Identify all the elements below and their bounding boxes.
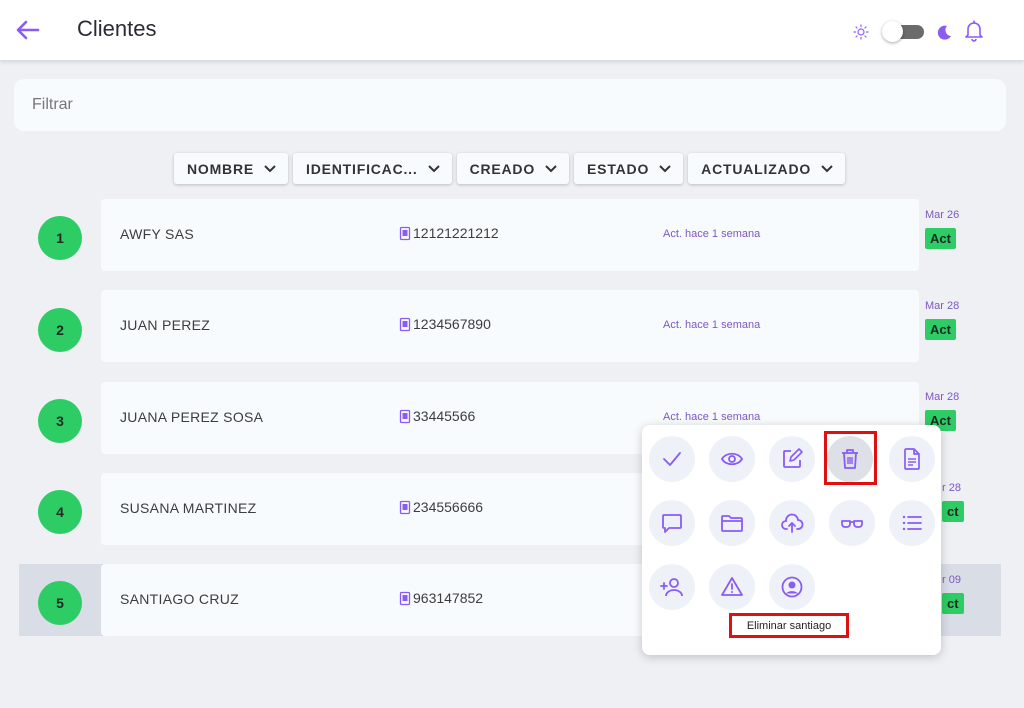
chat-icon — [662, 514, 682, 533]
comment-action[interactable] — [649, 500, 695, 546]
add-user-icon — [660, 578, 683, 597]
sort-bar: NOMBRE IDENTIFICAC... CREADO ESTADO ACTU… — [174, 153, 846, 184]
sort-creado-button[interactable]: CREADO — [456, 153, 570, 184]
created-date: r 28 — [942, 482, 961, 494]
sort-actualizado-button[interactable]: ACTUALIZADO — [688, 153, 846, 184]
sun-icon — [853, 24, 869, 40]
page-title: Clientes — [77, 16, 157, 41]
updated-text: Act. hace 1 semana — [663, 319, 761, 331]
id-card-icon — [399, 409, 411, 423]
chevron-down-icon — [427, 164, 440, 172]
client-name: SUSANA MARTINEZ — [120, 500, 257, 516]
view-action[interactable] — [709, 436, 755, 482]
delete-highlight-box — [824, 431, 877, 485]
client-id-value: 1234567890 — [413, 316, 491, 332]
created-date: Mar 28 — [925, 300, 960, 312]
profile-action[interactable] — [769, 564, 815, 610]
check-icon — [663, 452, 681, 466]
folder-icon — [721, 515, 743, 532]
created-date: r 09 — [942, 574, 961, 586]
client-card[interactable]: JUAN PEREZ 1234567890 Act. hace 1 semana — [101, 290, 919, 362]
bell-icon[interactable] — [963, 18, 985, 42]
client-id: 1234567890 — [399, 316, 491, 332]
document-icon — [904, 448, 920, 470]
row-number: 5 — [38, 581, 82, 625]
sort-identificacion-button[interactable]: IDENTIFICAC... — [293, 153, 452, 184]
client-name: SANTIAGO CRUZ — [120, 591, 240, 607]
updated-text: Act. hace 1 semana — [663, 228, 761, 240]
eye-icon — [720, 452, 744, 466]
top-bar: Clientes — [0, 0, 1024, 61]
status-badge: Act — [925, 319, 956, 340]
moon-icon — [937, 25, 951, 40]
sort-estado-button[interactable]: ESTADO — [574, 153, 684, 184]
created-date: Mar 26 — [925, 209, 960, 221]
status-badge: ct — [942, 593, 964, 614]
id-card-icon — [399, 591, 411, 605]
client-id: 12121221212 — [399, 225, 499, 241]
client-id: 234556666 — [399, 499, 483, 515]
sort-label: IDENTIFICAC... — [306, 160, 418, 177]
client-name: AWFY SAS — [120, 226, 194, 242]
sort-nombre-button[interactable]: NOMBRE — [174, 153, 289, 184]
theme-toggle[interactable] — [882, 21, 924, 42]
add-contact-action[interactable] — [649, 564, 695, 610]
sort-label: CREADO — [469, 160, 536, 177]
client-id-value: 234556666 — [413, 499, 484, 515]
sort-label: NOMBRE — [187, 160, 255, 177]
sort-label: ACTUALIZADO — [701, 160, 812, 177]
id-card-icon — [399, 226, 411, 240]
row-number: 2 — [38, 308, 82, 352]
toggle-knob — [882, 21, 903, 42]
row-number: 1 — [38, 216, 82, 260]
id-card-icon — [399, 317, 411, 331]
client-id-value: 963147852 — [413, 590, 484, 606]
updated-text: Act. hace 1 semana — [663, 411, 761, 423]
id-card-icon — [399, 500, 411, 514]
row-number: 3 — [38, 399, 82, 443]
warning-icon — [721, 577, 743, 596]
document-action[interactable] — [889, 436, 935, 482]
alert-action[interactable] — [709, 564, 755, 610]
delete-tooltip: Eliminar santiago — [729, 613, 849, 638]
cloud-upload-icon — [781, 513, 804, 533]
edit-icon — [783, 448, 803, 468]
chevron-down-icon — [545, 164, 557, 172]
status-badge: ct — [942, 501, 964, 522]
client-id-value: 33445566 — [413, 408, 476, 424]
client-id: 33445566 — [399, 408, 475, 424]
filter-box — [14, 79, 1006, 131]
client-card[interactable]: AWFY SAS 12121221212 Act. hace 1 semana — [101, 199, 919, 271]
list-icon — [902, 515, 922, 531]
edit-action[interactable] — [769, 436, 815, 482]
chevron-down-icon — [659, 164, 671, 172]
filter-input[interactable] — [14, 79, 1006, 131]
client-name: JUANA PEREZ SOSA — [120, 409, 264, 425]
folder-action[interactable] — [709, 500, 755, 546]
upload-action[interactable] — [769, 500, 815, 546]
user-circle-icon — [781, 576, 803, 598]
client-name: JUAN PEREZ — [120, 317, 211, 333]
chevron-down-icon — [264, 164, 276, 172]
chevron-down-icon — [821, 164, 833, 172]
sort-label: ESTADO — [587, 160, 650, 177]
client-id-value: 12121221212 — [413, 225, 499, 241]
status-badge: Act — [925, 228, 956, 249]
list-action[interactable] — [889, 500, 935, 546]
approve-action[interactable] — [649, 436, 695, 482]
review-action[interactable] — [829, 500, 875, 546]
created-date: Mar 28 — [925, 391, 960, 403]
row-number: 4 — [38, 490, 82, 534]
arrow-left-icon[interactable] — [14, 16, 42, 44]
glasses-icon — [841, 520, 863, 528]
client-id: 963147852 — [399, 590, 483, 606]
